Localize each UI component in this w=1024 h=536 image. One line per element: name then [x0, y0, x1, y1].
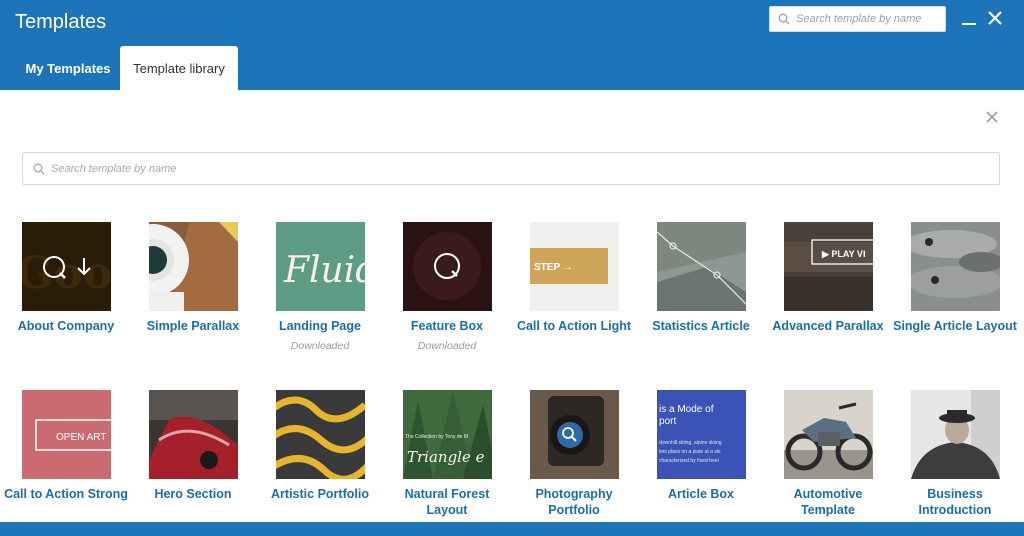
- header-bar: Templates Search template by name My Tem…: [0, 0, 1024, 90]
- template-name: Feature Box: [410, 319, 484, 333]
- template-name: Advanced Parallax: [772, 319, 884, 333]
- library-search-input[interactable]: Search template by name: [22, 152, 1000, 185]
- template-status: Downloaded: [417, 340, 477, 352]
- template-name: Natural Forest Layout: [404, 487, 490, 517]
- template-thumbnail: [911, 390, 1000, 479]
- svg-text:Goo: Goo: [22, 248, 111, 299]
- template-name: Photography Portfolio: [535, 487, 613, 517]
- template-name: Artistic Portfolio: [271, 487, 369, 501]
- thumbnail-caption: The Collection by Tony de M: [405, 434, 468, 440]
- template-thumbnail: OPEN ART: [22, 390, 111, 479]
- template-thumbnail: [149, 390, 238, 479]
- thumbnail-button-text: OPEN ART: [56, 432, 106, 443]
- thumbnail-body: characterized by fixed-heel: [659, 458, 719, 464]
- close-window-icon[interactable]: [986, 9, 1004, 27]
- thumbnail-button-text: STEP →: [534, 262, 573, 273]
- template-name: Landing Page: [279, 319, 361, 333]
- template-thumbnail: [657, 222, 746, 311]
- thumbnail-button-text: ▶ PLAY VI: [821, 249, 865, 259]
- template-thumbnail: [530, 390, 619, 479]
- template-name: Automotive Template: [793, 487, 863, 517]
- tab-my-templates[interactable]: My Templates: [22, 46, 114, 90]
- thumbnail-heading: is a Mode of: [659, 404, 714, 415]
- preview-icon[interactable]: [557, 422, 583, 448]
- window-title: Templates: [15, 11, 107, 33]
- search-icon: [33, 163, 45, 174]
- template-thumbnail: [276, 390, 365, 479]
- thumbnail-heading: port: [659, 416, 676, 427]
- template-thumbnail: The Collection by Tony de M Triangle e: [403, 390, 492, 479]
- template-name: About Company: [17, 319, 115, 333]
- thumbnail-script-text: Triangle e: [407, 448, 485, 466]
- header-search-input[interactable]: Search template by name: [769, 6, 946, 32]
- template-name: Article Box: [668, 487, 734, 501]
- thumbnail-script-text: Fluid: [283, 250, 365, 291]
- search-icon: [778, 13, 790, 25]
- template-library-window: Templates Search template by name My Tem…: [0, 0, 1024, 536]
- thumbnail-body: kes place on a piste at a ski: [659, 449, 720, 455]
- template-name: Business Introduction: [918, 487, 992, 517]
- library-search-placeholder: Search template by name: [51, 162, 177, 175]
- template-thumbnail: ▶ PLAY VI: [784, 222, 873, 311]
- template-thumbnail: Goo: [22, 222, 111, 311]
- header-search-placeholder: Search template by name: [796, 13, 922, 25]
- template-name: Single Article Layout: [893, 319, 1017, 333]
- template-thumbnail: [784, 390, 873, 479]
- template-thumbnail: [403, 222, 492, 311]
- minimize-icon[interactable]: [960, 9, 978, 27]
- template-status: Downloaded: [290, 340, 350, 352]
- template-name: Statistics Article: [652, 319, 750, 333]
- template-name: Hero Section: [154, 487, 232, 501]
- template-name: Simple Parallax: [146, 319, 240, 333]
- template-thumbnail: is a Mode of port downhill skiing, alpin…: [657, 390, 746, 479]
- footer-bar: [0, 522, 1024, 536]
- template-name: Call to Action Strong: [4, 487, 128, 501]
- close-panel-icon[interactable]: [983, 108, 1001, 126]
- thumbnail-body: downhill skiing, alpine skiing: [659, 440, 722, 446]
- template-thumbnail: [149, 222, 238, 311]
- template-thumbnail: [911, 222, 1000, 311]
- template-thumbnail: Fluid: [276, 222, 365, 311]
- template-thumbnail: STEP →: [530, 222, 619, 311]
- tab-template-library[interactable]: Template library: [120, 46, 238, 90]
- template-name: Call to Action Light: [516, 319, 632, 333]
